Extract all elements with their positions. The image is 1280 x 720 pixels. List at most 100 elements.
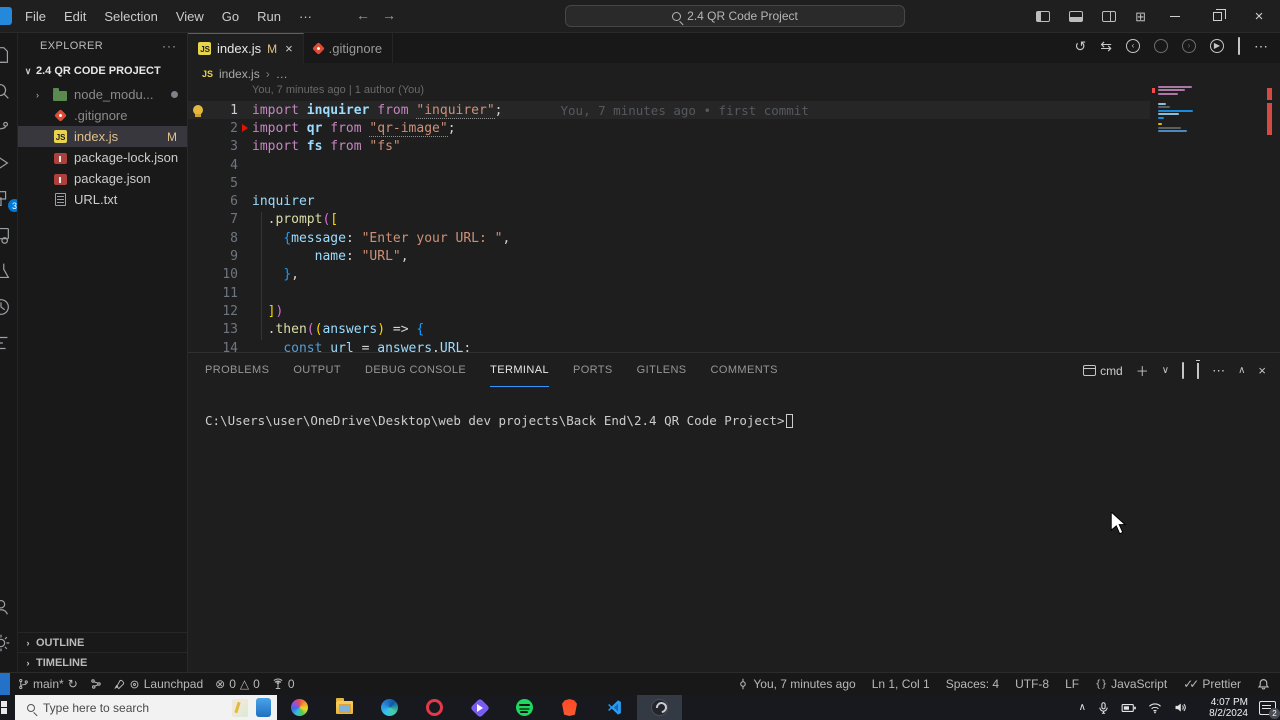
tab-terminal[interactable]: TERMINAL bbox=[490, 353, 549, 387]
source-control-icon[interactable] bbox=[0, 116, 14, 140]
menu-item-run[interactable]: Run bbox=[248, 9, 290, 24]
ports-item[interactable]: 0 bbox=[272, 677, 295, 691]
taskbar-app-obs[interactable] bbox=[637, 695, 682, 720]
new-terminal-icon[interactable]: ＋ bbox=[1136, 361, 1149, 380]
remote-indicator[interactable] bbox=[0, 673, 10, 695]
testing-icon[interactable] bbox=[0, 260, 14, 284]
formatter-item[interactable]: ✓✓ Prettier bbox=[1183, 677, 1241, 691]
sync-icon[interactable]: ↻ bbox=[68, 677, 78, 691]
breadcrumb-file[interactable]: index.js bbox=[219, 67, 260, 81]
file-row-node-modules[interactable]: › node_modu... bbox=[18, 84, 187, 105]
start-button[interactable] bbox=[0, 695, 15, 720]
file-history-icon[interactable]: ↺ bbox=[1075, 39, 1087, 53]
menu-item-go[interactable]: Go bbox=[213, 9, 248, 24]
close-panel-icon[interactable]: × bbox=[1258, 363, 1266, 378]
wifi-icon[interactable] bbox=[1148, 702, 1162, 714]
minimap[interactable] bbox=[1152, 86, 1224, 352]
compare-revision-icon[interactable]: ⇆ bbox=[1100, 39, 1112, 53]
blame-item[interactable]: You, 7 minutes ago bbox=[737, 677, 856, 691]
close-button[interactable]: × bbox=[1238, 0, 1280, 33]
code-line-8[interactable]: 8 {message: "Enter your URL: ", bbox=[188, 229, 1150, 247]
more-actions-icon[interactable]: ⋯ bbox=[1254, 39, 1268, 53]
code-line-7[interactable]: 7 .prompt([ bbox=[188, 211, 1150, 229]
indentation-item[interactable]: Spaces: 4 bbox=[946, 677, 999, 691]
minimize-button[interactable] bbox=[1154, 0, 1196, 33]
eol-item[interactable]: LF bbox=[1065, 677, 1079, 691]
taskbar-app-explorer[interactable] bbox=[322, 695, 367, 720]
restore-button[interactable] bbox=[1196, 0, 1238, 33]
todo-tree-icon[interactable] bbox=[0, 332, 14, 356]
split-editor-icon[interactable] bbox=[1238, 37, 1240, 55]
action-center-icon[interactable]: 2 bbox=[1259, 700, 1280, 719]
cursor-position-item[interactable]: Ln 1, Col 1 bbox=[872, 677, 930, 691]
run-debug-icon[interactable] bbox=[0, 152, 14, 176]
code-line-3[interactable]: 3 import fs from "fs" bbox=[188, 138, 1150, 156]
outline-section[interactable]: › OUTLINE bbox=[18, 632, 187, 652]
code-line-12[interactable]: 12 ]) bbox=[188, 302, 1150, 320]
terminal-profile-chip[interactable]: cmd bbox=[1083, 364, 1123, 378]
taskbar-app-opera[interactable] bbox=[412, 695, 457, 720]
search-highlight-icon[interactable] bbox=[232, 698, 248, 717]
menu-item-selection[interactable]: Selection bbox=[95, 9, 166, 24]
notifications-item[interactable] bbox=[1257, 678, 1270, 691]
next-change-icon[interactable]: › bbox=[1182, 39, 1196, 53]
file-row-gitignore[interactable]: .gitignore bbox=[18, 105, 187, 126]
menu-item-view[interactable]: View bbox=[167, 9, 213, 24]
problems-item[interactable]: ⊗ 0 △ 0 bbox=[215, 677, 260, 691]
tab-ports[interactable]: PORTS bbox=[573, 353, 613, 387]
code-line-6[interactable]: 6 inquirer bbox=[188, 192, 1150, 210]
tab-output[interactable]: OUTPUT bbox=[293, 353, 341, 387]
breadcrumb[interactable]: JS index.js › … bbox=[188, 63, 1280, 84]
commit-graph-item[interactable] bbox=[90, 678, 102, 690]
command-center-search[interactable]: 2.4 QR Code Project bbox=[565, 5, 905, 27]
git-branch-item[interactable]: main* ↻ bbox=[18, 677, 78, 691]
taskbar-clock[interactable]: 4:07 PM 8/2/2024 bbox=[1198, 697, 1248, 719]
maximize-panel-icon[interactable]: ∧ bbox=[1238, 365, 1245, 376]
accounts-icon[interactable] bbox=[0, 596, 14, 620]
gitlens-icon[interactable] bbox=[0, 296, 14, 320]
remote-explorer-icon[interactable] bbox=[0, 224, 14, 248]
tab-debug-console[interactable]: DEBUG CONSOLE bbox=[365, 353, 466, 387]
microphone-icon[interactable] bbox=[1097, 701, 1110, 715]
file-row-package-json[interactable]: package.json bbox=[18, 168, 187, 189]
navigate-forward-icon[interactable]: → bbox=[378, 7, 400, 23]
lightbulb-icon[interactable] bbox=[193, 105, 203, 118]
navigate-back-icon[interactable]: ← bbox=[352, 7, 374, 23]
run-code-icon[interactable]: ▶ bbox=[1210, 39, 1224, 53]
close-tab-icon[interactable]: × bbox=[285, 41, 293, 56]
tab-problems[interactable]: PROBLEMS bbox=[205, 353, 269, 387]
code-editor[interactable]: You, 7 minutes ago | 1 author (You) 1 imp… bbox=[188, 84, 1150, 352]
settings-gear-icon[interactable] bbox=[0, 632, 14, 656]
code-line-5[interactable]: 5 bbox=[188, 174, 1150, 192]
hidden-icons-chevron[interactable]: ∧ bbox=[1079, 702, 1086, 713]
toggle-secondary-sidebar-icon[interactable] bbox=[1102, 11, 1117, 22]
breadcrumb-more[interactable]: … bbox=[276, 67, 288, 81]
customize-layout-icon[interactable]: ⊞ bbox=[1135, 9, 1146, 25]
tab-gitlens[interactable]: GITLENS bbox=[637, 353, 687, 387]
code-line-10[interactable]: 10 }, bbox=[188, 266, 1150, 284]
menu-item-edit[interactable]: Edit bbox=[55, 9, 95, 24]
code-line-4[interactable]: 4 bbox=[188, 156, 1150, 174]
battery-icon[interactable] bbox=[1121, 702, 1137, 714]
menu-item-file[interactable]: File bbox=[16, 9, 55, 24]
taskbar-app-edge[interactable] bbox=[367, 695, 412, 720]
taskbar-app-vscode[interactable] bbox=[592, 695, 637, 720]
menu-item-more[interactable]: ··· bbox=[290, 9, 321, 24]
tab-gitignore[interactable]: .gitignore bbox=[303, 33, 394, 63]
toggle-panel-icon[interactable] bbox=[1069, 11, 1084, 22]
taskbar-app-movies[interactable] bbox=[457, 695, 502, 720]
kill-terminal-icon[interactable] bbox=[1197, 363, 1200, 379]
project-root-row[interactable]: ∨ 2.4 QR CODE PROJECT bbox=[18, 60, 187, 82]
explorer-more-actions-icon[interactable]: ··· bbox=[162, 39, 177, 53]
taskbar-search[interactable]: Type here to search bbox=[15, 695, 277, 720]
speaker-icon[interactable] bbox=[1173, 701, 1187, 714]
toggle-sidebar-icon[interactable] bbox=[1036, 11, 1051, 22]
code-line-14[interactable]: 14 const url = answers.URL; bbox=[188, 339, 1150, 353]
file-row-index-js[interactable]: JS index.js M bbox=[18, 126, 187, 147]
file-row-package-lock[interactable]: package-lock.json bbox=[18, 147, 187, 168]
terminal-dropdown-icon[interactable]: ∨ bbox=[1162, 365, 1169, 376]
codelens-blame[interactable]: You, 7 minutes ago | 1 author (You) bbox=[188, 84, 1150, 101]
code-line-2[interactable]: 2 import qr from "qr-image"; bbox=[188, 119, 1150, 137]
terminal-output[interactable]: C:\Users\user\OneDrive\Desktop\web dev p… bbox=[205, 413, 794, 428]
file-row-url-txt[interactable]: URL.txt bbox=[18, 189, 187, 210]
